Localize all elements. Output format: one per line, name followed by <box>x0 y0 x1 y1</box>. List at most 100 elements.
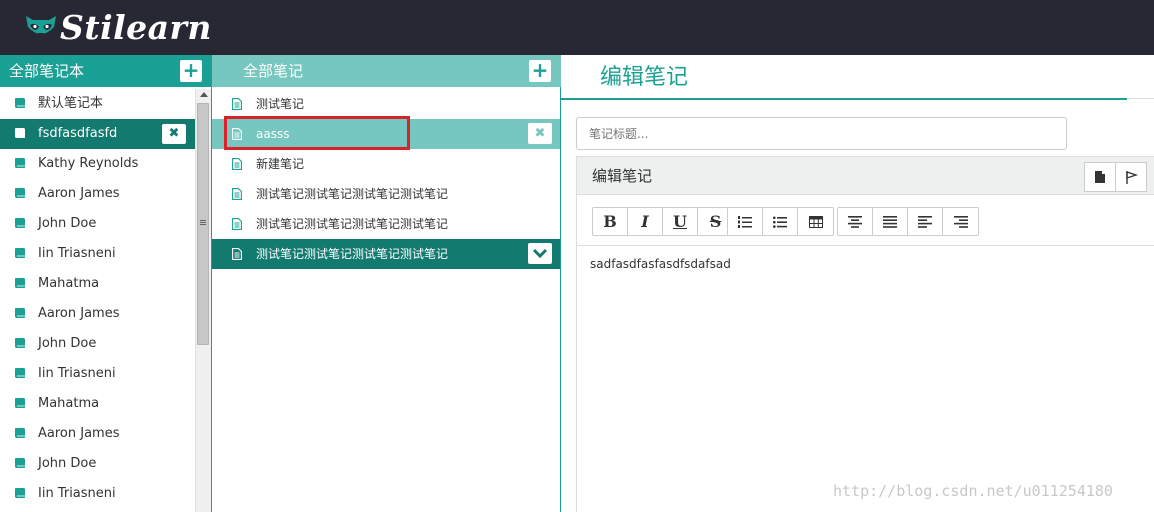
table-button[interactable] <box>798 208 833 235</box>
notebook-icon <box>15 98 25 108</box>
notebook-item[interactable]: Aaron James <box>0 299 195 329</box>
delete-note-button[interactable]: ✖ <box>528 123 552 144</box>
list-group <box>727 207 834 236</box>
note-title-input[interactable] <box>576 117 1067 150</box>
bold-button[interactable]: B <box>593 208 628 235</box>
scrollbar-thumb[interactable] <box>197 103 209 345</box>
text-format-group: B I U S <box>592 207 734 236</box>
note-item[interactable]: 新建笔记 <box>212 149 560 179</box>
chevron-down-icon <box>532 248 548 259</box>
notebook-icon <box>15 248 25 258</box>
note-item[interactable]: aasss ✖ <box>212 119 560 149</box>
notebook-item-label: John Doe <box>38 336 97 351</box>
note-document-icon <box>232 188 242 200</box>
notebook-item-label: John Doe <box>38 456 97 471</box>
align-justify-icon <box>883 215 897 228</box>
editor-content-area[interactable]: sadfasdfasfasdfsdafsad <box>590 257 731 271</box>
notebook-item[interactable]: fsdfasdfasfd ✖ <box>0 119 195 149</box>
notebook-item-label: Aaron James <box>38 306 120 321</box>
notebook-icon <box>15 128 25 138</box>
app-root: Stilearn 全部笔记本 + 默认笔记本 fsdfasdfasfd ✖ Kathy… <box>0 0 1154 512</box>
app-logo[interactable]: Stilearn <box>24 6 212 48</box>
add-note-button[interactable]: + <box>529 60 551 82</box>
notebook-item[interactable]: Iin Triasneni <box>0 479 195 509</box>
note-item[interactable]: 测试笔记 <box>212 89 560 119</box>
notebook-item[interactable]: Mahatma <box>0 269 195 299</box>
delete-notebook-button[interactable]: ✖ <box>162 124 186 144</box>
add-notebook-button[interactable]: + <box>180 60 202 82</box>
note-document-icon <box>232 248 242 260</box>
notebook-item-label: Iin Triasneni <box>38 486 116 501</box>
notebook-item[interactable]: Iin Triasneni <box>0 359 195 389</box>
notebook-scrollbar[interactable] <box>195 89 211 512</box>
notebook-item[interactable]: John Doe <box>0 209 195 239</box>
notebook-icon <box>15 308 25 318</box>
note-document-icon <box>232 158 242 170</box>
note-dropdown-button[interactable] <box>528 243 552 264</box>
underline-button[interactable]: U <box>663 208 698 235</box>
notebook-item[interactable]: 默认笔记本 <box>0 89 195 119</box>
note-item-label: 测试笔记测试笔记测试笔记测试笔记 <box>256 247 449 261</box>
new-file-button[interactable] <box>1084 162 1116 192</box>
bullet-list-button[interactable] <box>763 208 798 235</box>
notebook-icon <box>15 218 25 228</box>
note-item[interactable]: 测试笔记测试笔记测试笔记测试笔记 <box>212 179 560 209</box>
align-left-button[interactable] <box>908 208 943 235</box>
note-item-label: 新建笔记 <box>256 157 305 171</box>
notebook-item[interactable]: John Doe <box>0 449 195 479</box>
table-icon <box>808 215 823 228</box>
align-justify-button[interactable] <box>873 208 908 235</box>
notes-header-title: 全部笔记 <box>243 62 304 80</box>
top-bar: Stilearn <box>0 0 1154 55</box>
editor-title-underline <box>561 98 1127 100</box>
notebook-item-label: Mahatma <box>38 276 100 291</box>
align-center-button[interactable] <box>838 208 873 235</box>
note-item[interactable]: 测试笔记测试笔记测试笔记测试笔记 <box>212 239 560 269</box>
notebook-icon <box>15 458 25 468</box>
note-item[interactable]: 测试笔记测试笔记测试笔记测试笔记 <box>212 209 560 239</box>
notebook-item[interactable]: John Doe <box>0 329 195 359</box>
notebook-icon <box>15 398 25 408</box>
note-list-panel: 全部笔记 + 测试笔记 aasss ✖ 新建笔记测试笔记测试笔记测试笔记测试笔记 测试笔… <box>211 55 561 512</box>
scroll-grip-icon <box>200 220 206 221</box>
editor-panel-header: 编辑笔记 <box>577 157 1154 195</box>
notebook-item-label: John Doe <box>38 216 97 231</box>
editor-page-title: 编辑笔记 <box>600 65 689 90</box>
raccoon-logo-icon <box>26 16 56 36</box>
notebook-item-label: fsdfasdfasfd <box>38 126 118 141</box>
ordered-list-icon <box>738 215 752 228</box>
note-list: 测试笔记 aasss ✖ 新建笔记测试笔记测试笔记测试笔记测试笔记 测试笔记测试笔记测试… <box>212 89 560 269</box>
file-icon <box>1095 171 1105 183</box>
note-document-icon <box>232 128 242 140</box>
note-item-label: 测试笔记测试笔记测试笔记测试笔记 <box>256 187 449 201</box>
notebook-item[interactable]: Kathy Reynolds <box>0 149 195 179</box>
notebook-item[interactable]: Aaron James <box>0 179 195 209</box>
note-document-icon <box>232 98 242 110</box>
notebook-item-label: Kathy Reynolds <box>38 156 139 171</box>
ordered-list-button[interactable] <box>728 208 763 235</box>
notebook-list: 默认笔记本 fsdfasdfasfd ✖ Kathy Reynolds Aaron Ja… <box>0 89 195 509</box>
editor-panel-title: 编辑笔记 <box>592 167 653 185</box>
notebook-panel: 全部笔记本 + 默认笔记本 fsdfasdfasfd ✖ Kathy Reynolds… <box>0 55 211 512</box>
flag-icon <box>1126 171 1139 184</box>
notebook-item-label: Iin Triasneni <box>38 246 116 261</box>
note-item-label: 测试笔记测试笔记测试笔记测试笔记 <box>256 217 449 231</box>
align-center-icon <box>848 215 862 228</box>
notebook-icon <box>15 488 25 498</box>
note-document-icon <box>232 218 242 230</box>
notebook-icon <box>15 158 25 168</box>
notebook-item[interactable]: Mahatma <box>0 389 195 419</box>
notebook-item[interactable]: Aaron James <box>0 419 195 449</box>
notebook-icon <box>15 368 25 378</box>
align-right-button[interactable] <box>943 208 978 235</box>
watermark-text: http://blog.csdn.net/u011254180 <box>833 482 1113 500</box>
flag-button[interactable] <box>1115 162 1147 192</box>
notebook-icon <box>15 188 25 198</box>
notebook-header: 全部笔记本 + <box>0 55 211 87</box>
notebook-item[interactable]: Iin Triasneni <box>0 239 195 269</box>
italic-button[interactable]: I <box>628 208 663 235</box>
notebook-icon <box>15 338 25 348</box>
notebook-item-label: 默认笔记本 <box>38 96 104 111</box>
notebook-item-label: Aaron James <box>38 186 120 201</box>
scroll-up-arrow-icon[interactable] <box>200 92 208 97</box>
